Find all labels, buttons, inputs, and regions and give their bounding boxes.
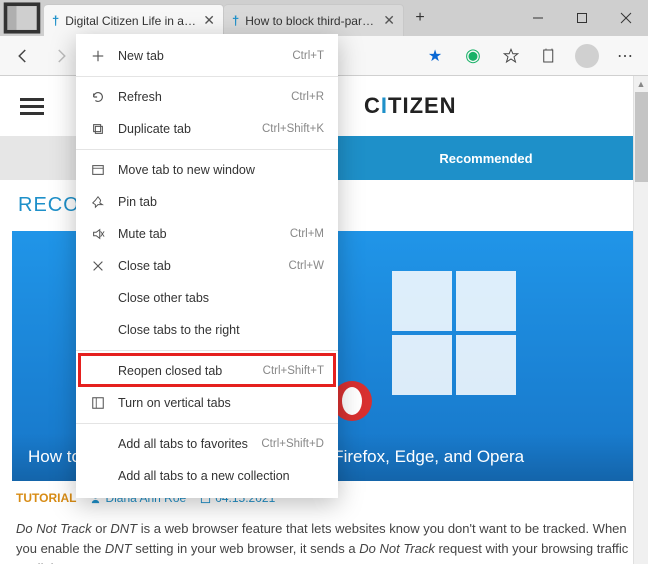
ctx-add-all-tabs-to-favorites[interactable]: Add all tabs to favorites Ctrl+Shift+D [76, 428, 338, 460]
ctx-label: Close other tabs [118, 291, 312, 305]
tab-title: How to block third-party cookies… [245, 14, 377, 28]
titlebar: † Digital Citizen Life in a digital wo… … [0, 0, 648, 36]
ctx-mute-tab[interactable]: Mute tab Ctrl+M [76, 218, 338, 250]
ctx-close-tab[interactable]: Close tab Ctrl+W [76, 250, 338, 282]
vertical-icon [90, 396, 106, 410]
window-controls [516, 0, 648, 36]
category-tag[interactable]: TUTORIAL [16, 491, 76, 505]
close-icon[interactable]: ✕ [383, 12, 395, 29]
window-icon [90, 163, 106, 177]
close-window-button[interactable] [604, 0, 648, 36]
menu-button[interactable]: ⋯ [608, 39, 642, 73]
ctx-add-all-tabs-to-a-new-collection[interactable]: Add all tabs to a new collection [76, 460, 338, 492]
favorites-icon[interactable] [494, 39, 528, 73]
vertical-scrollbar[interactable]: ▲ [633, 76, 648, 564]
forward-button[interactable] [44, 39, 78, 73]
ctx-shortcut: Ctrl+W [289, 260, 324, 272]
ctx-label: New tab [118, 49, 280, 63]
collections-icon[interactable] [532, 39, 566, 73]
minimize-button[interactable] [516, 0, 560, 36]
article-excerpt: Do Not Track or DNT is a web browser fea… [0, 515, 648, 564]
ctx-pin-tab[interactable]: Pin tab [76, 186, 338, 218]
ctx-shortcut: Ctrl+R [291, 91, 324, 103]
ctx-shortcut: Ctrl+T [292, 50, 324, 62]
ctx-label: Add all tabs to favorites [118, 437, 249, 451]
close-icon [90, 259, 106, 273]
ctx-label: Add all tabs to a new collection [118, 469, 312, 483]
ctx-label: Duplicate tab [118, 122, 250, 136]
extension-icon[interactable]: ◉ [456, 39, 490, 73]
pin-icon [90, 195, 106, 209]
ctx-shortcut: Ctrl+Shift+T [263, 365, 324, 377]
ctx-label: Refresh [118, 90, 279, 104]
ctx-close-other-tabs[interactable]: Close other tabs [76, 282, 338, 314]
ctx-label: Reopen closed tab [118, 364, 251, 378]
site-logo[interactable]: CITIZEN [364, 93, 457, 119]
profile-button[interactable] [570, 39, 604, 73]
opera-logo-icon [332, 381, 372, 421]
ctx-label: Move tab to new window [118, 163, 312, 177]
ctx-reopen-closed-tab[interactable]: Reopen closed tab Ctrl+Shift+T [76, 355, 338, 387]
plus-icon [90, 49, 106, 63]
recommended-tab[interactable]: Recommended [324, 136, 648, 180]
ctx-shortcut: Ctrl+Shift+K [262, 123, 324, 135]
ctx-close-tabs-to-the-right[interactable]: Close tabs to the right [76, 314, 338, 346]
hamburger-icon[interactable] [20, 98, 44, 115]
ctx-label: Mute tab [118, 227, 278, 241]
ctx-shortcut: Ctrl+M [290, 228, 324, 240]
scroll-up-button[interactable]: ▲ [634, 76, 648, 92]
tab-context-menu: New tab Ctrl+T Refresh Ctrl+R Duplicate tab C… [76, 34, 338, 498]
ctx-turn-on-vertical-tabs[interactable]: Turn on vertical tabs [76, 387, 338, 419]
site-favicon-icon: † [52, 13, 59, 28]
new-tab-button[interactable]: + [404, 0, 436, 36]
site-favicon-icon: † [232, 13, 239, 28]
favorite-icon[interactable]: ★ [418, 39, 452, 73]
ctx-refresh[interactable]: Refresh Ctrl+R [76, 81, 338, 113]
ctx-label: Close tab [118, 259, 277, 273]
tab-title: Digital Citizen Life in a digital wo… [65, 14, 197, 28]
maximize-button[interactable] [560, 0, 604, 36]
ctx-move-tab-to-new-window[interactable]: Move tab to new window [76, 154, 338, 186]
duplicate-icon [90, 122, 106, 136]
tab-actions-button[interactable] [0, 0, 44, 36]
tab-1[interactable]: † Digital Citizen Life in a digital wo… … [44, 4, 224, 36]
refresh-icon [90, 90, 106, 104]
scrollbar-thumb[interactable] [635, 92, 648, 182]
ctx-shortcut: Ctrl+Shift+D [261, 438, 324, 450]
ctx-label: Turn on vertical tabs [118, 396, 312, 410]
close-icon[interactable]: ✕ [203, 12, 215, 29]
tab-2[interactable]: † How to block third-party cookies… ✕ [224, 4, 404, 36]
ctx-label: Pin tab [118, 195, 312, 209]
ctx-label: Close tabs to the right [118, 323, 312, 337]
ctx-new-tab[interactable]: New tab Ctrl+T [76, 40, 338, 72]
mute-icon [90, 227, 106, 241]
back-button[interactable] [6, 39, 40, 73]
windows-logo-icon [392, 271, 516, 395]
ctx-duplicate-tab[interactable]: Duplicate tab Ctrl+Shift+K [76, 113, 338, 145]
